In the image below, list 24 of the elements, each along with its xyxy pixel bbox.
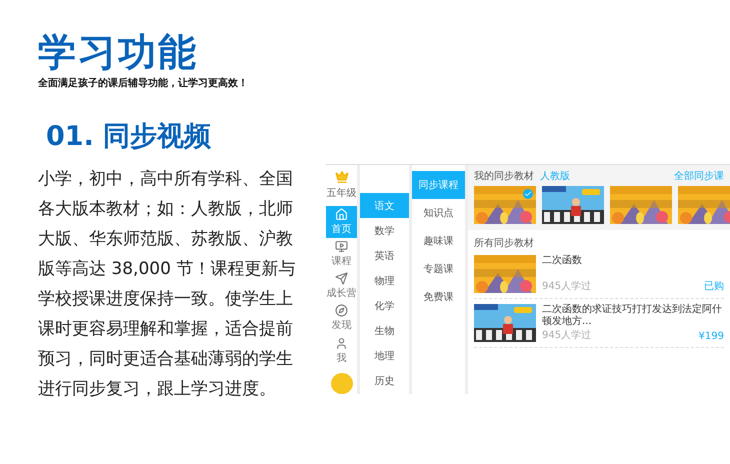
compass-icon (335, 304, 348, 318)
course-price: 已购 (704, 280, 724, 293)
section-heading: 我的同步教材 (474, 170, 534, 183)
avatar-icon (330, 372, 352, 394)
course-price: ¥199 (698, 331, 724, 342)
nav-item[interactable]: 发现 (326, 302, 357, 334)
page-subtitle: 全面满足孩子的课后辅导功能，让学习更高效！ (38, 76, 249, 90)
page-title: 学习功能 (38, 30, 199, 74)
nav-item[interactable]: 课程 (326, 238, 357, 270)
nav-item[interactable]: 成长营 (326, 270, 357, 302)
grade-label[interactable]: 五年级 (326, 186, 356, 200)
user-icon (335, 336, 348, 350)
section-title: 01. 同步视频 (46, 120, 212, 154)
nav-item[interactable]: 我 (326, 334, 357, 367)
crown-icon (334, 170, 348, 184)
course-title[interactable]: 二次函数 (542, 255, 724, 267)
send-icon (335, 272, 348, 286)
description: 小学，初中，高中所有学科、全国各大版本教材；如：人教版，北师大版、华东师范版、苏教版、沪教版等高达 38,000 节！课程更新与学校授课进度保持一致。使学生上课时更容易理解和掌握，适合提前预习，同时更适合基础薄弱的学生进行同步复习，跟上学习进度。 (38, 168, 296, 401)
play-icon (335, 240, 348, 254)
learner-count: 945人学过 (542, 280, 592, 293)
section-heading: 所有同步教材 (474, 236, 535, 250)
home-icon (335, 208, 348, 221)
course-title[interactable]: 二次函数的求证技巧打打发达到法定阿什顿发地方... (542, 304, 724, 328)
learner-count: 945人学过 (542, 328, 592, 342)
